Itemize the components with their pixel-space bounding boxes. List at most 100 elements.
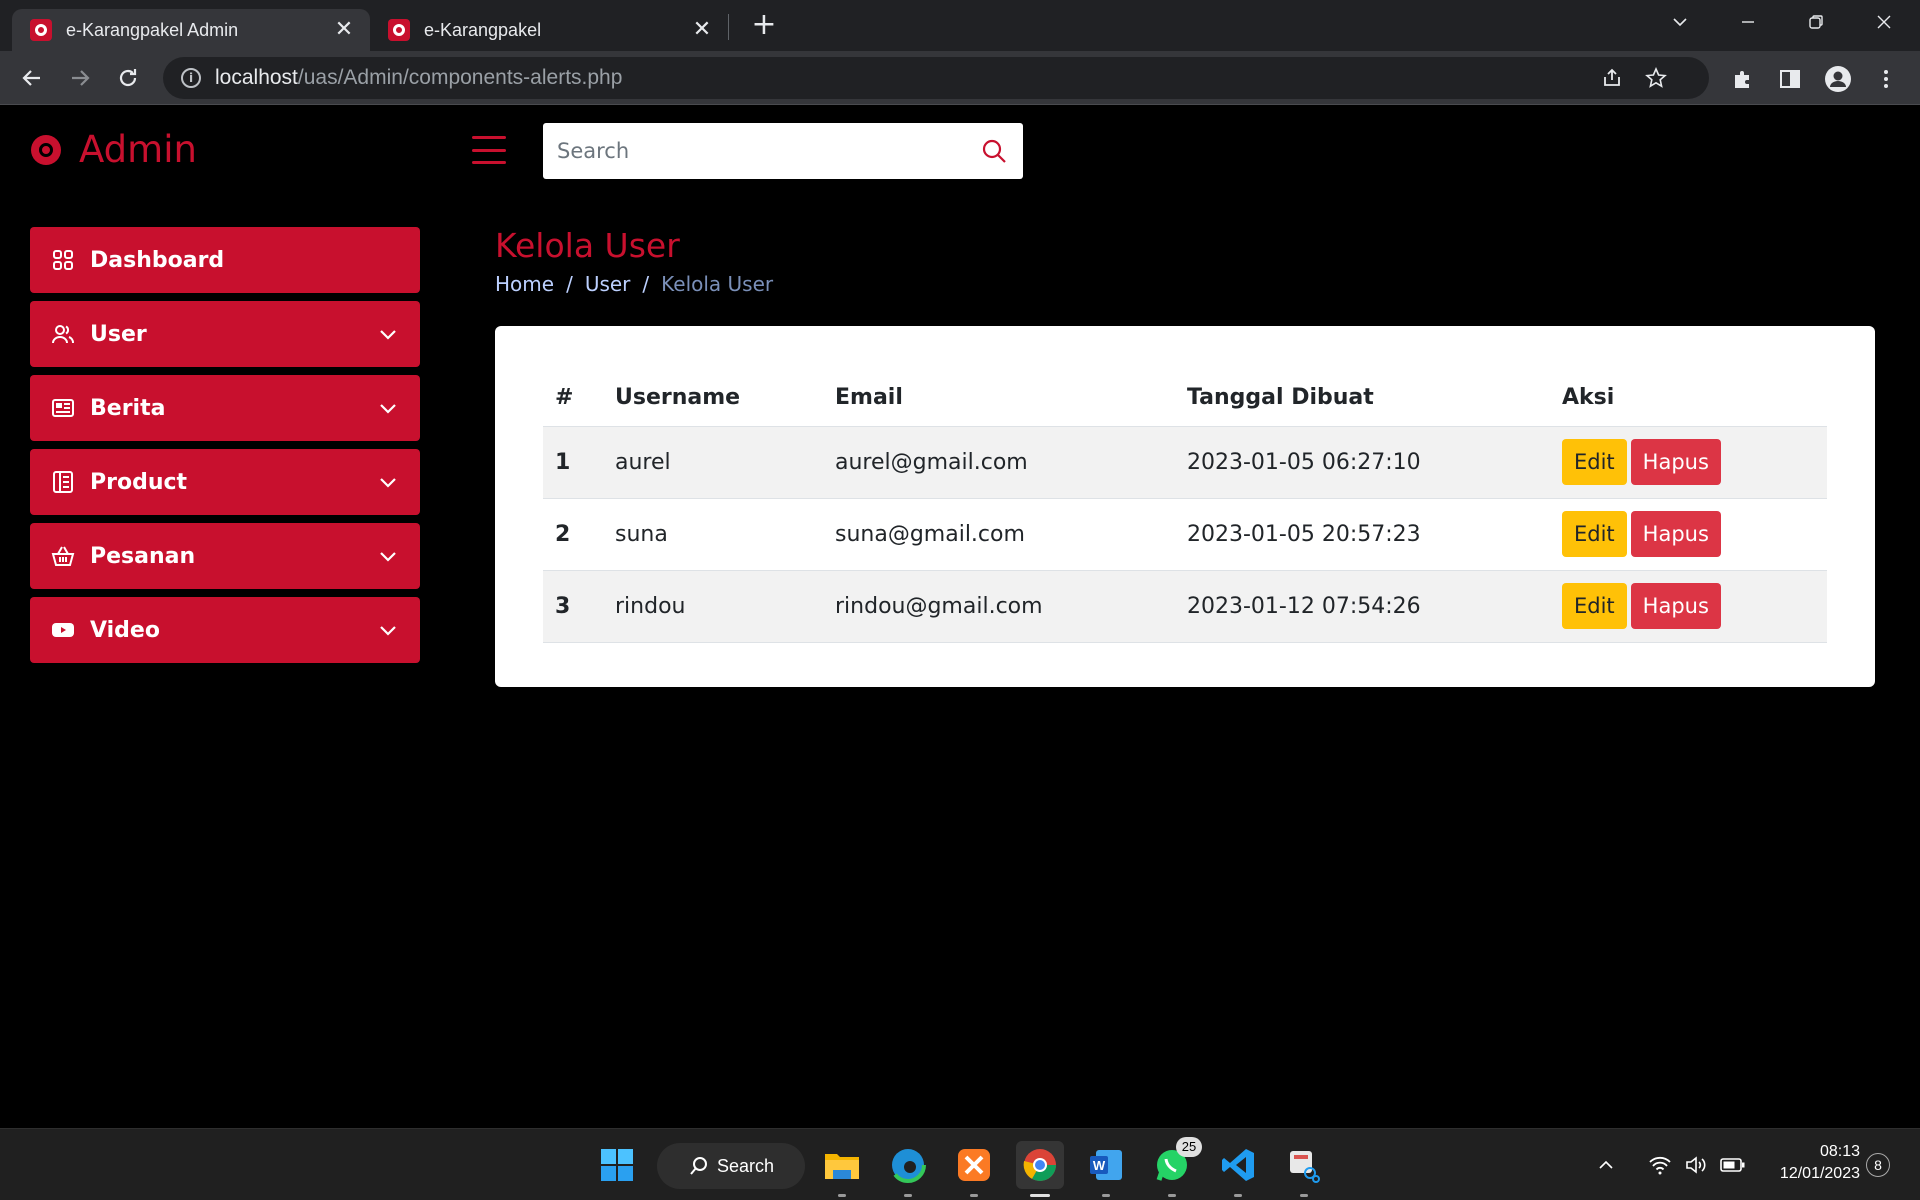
edit-button[interactable]: Edit: [1562, 439, 1627, 485]
breadcrumb-user-link[interactable]: User: [585, 272, 631, 296]
youtube-icon: [50, 617, 76, 643]
whatsapp-icon[interactable]: 25: [1148, 1137, 1202, 1197]
side-panel-icon[interactable]: [1776, 65, 1804, 93]
sidebar-item-video[interactable]: Video: [30, 597, 420, 663]
newspaper-icon: [50, 395, 76, 421]
sidebar-toggle-button[interactable]: [472, 136, 506, 164]
sidebar-item-pesanan[interactable]: Pesanan: [30, 523, 420, 589]
row-username: aurel: [603, 426, 823, 499]
volume-icon[interactable]: [1684, 1129, 1708, 1200]
snipping-tool-icon[interactable]: [1280, 1141, 1328, 1197]
sidebar-item-berita[interactable]: Berita: [30, 375, 420, 441]
system-clock[interactable]: 08:13 12/01/2023: [1760, 1141, 1860, 1185]
row-created: 2023-01-05 20:57:23: [1175, 498, 1550, 571]
sidebar-item-label: User: [90, 321, 147, 347]
table-row: 3 rindou rindou@gmail.com 2023-01-12 07:…: [543, 570, 1827, 643]
browser-tab-site[interactable]: e-Karangpakel ✕: [370, 9, 728, 51]
file-explorer-icon[interactable]: [818, 1141, 866, 1197]
new-tab-icon[interactable]: +: [748, 10, 780, 42]
whatsapp-unread-badge: 25: [1176, 1137, 1202, 1157]
site-favicon-icon: [30, 19, 52, 41]
tab-title: e-Karangpakel: [424, 19, 542, 40]
edit-button[interactable]: Edit: [1562, 583, 1627, 629]
vscode-icon[interactable]: [1214, 1141, 1262, 1197]
browser-tabstrip: e-Karangpakel Admin ✕ e-Karangpakel ✕ +: [0, 0, 1920, 51]
search-icon[interactable]: [979, 136, 1009, 166]
clock-time: 08:13: [1819, 1143, 1860, 1160]
sidebar-item-dashboard[interactable]: Dashboard: [30, 227, 420, 293]
delete-button[interactable]: Hapus: [1630, 439, 1721, 485]
row-email: rindou@gmail.com: [823, 570, 1175, 643]
sidebar-item-product[interactable]: Product: [30, 449, 420, 515]
column-header-number: #: [543, 370, 603, 427]
wifi-icon[interactable]: [1648, 1129, 1672, 1200]
tab-divider: [728, 14, 729, 40]
back-arrow-icon[interactable]: [14, 60, 50, 96]
address-bar[interactable]: i localhost/uas/Admin/components-alerts.…: [163, 57, 1709, 99]
chevron-down-icon: [376, 322, 400, 346]
brand[interactable]: Admin: [31, 128, 197, 171]
svg-text:W: W: [1093, 1158, 1106, 1173]
brand-name: Admin: [79, 128, 197, 171]
close-window-icon[interactable]: [1854, 0, 1914, 44]
row-number: 1: [543, 426, 603, 499]
column-header-actions: Aksi: [1550, 370, 1827, 427]
table-row: 2 suna suna@gmail.com 2023-01-05 20:57:2…: [543, 498, 1827, 571]
minimize-icon[interactable]: [1718, 0, 1778, 44]
site-info-icon[interactable]: i: [181, 68, 201, 88]
xampp-icon[interactable]: [950, 1141, 998, 1197]
user-table: # Username Email Tanggal Dibuat Aksi 1 a…: [543, 370, 1827, 643]
tab-close-icon[interactable]: ✕: [690, 18, 714, 42]
sidebar-item-label: Video: [90, 617, 160, 643]
page-title: Kelola User: [495, 226, 680, 265]
browser-menu-icon[interactable]: [1872, 65, 1900, 93]
taskbar-search-label: Search: [717, 1155, 775, 1176]
extensions-puzzle-icon[interactable]: [1729, 65, 1757, 93]
sidebar-item-user[interactable]: User: [30, 301, 420, 367]
chevron-down-icon: [376, 470, 400, 494]
browser-tab-admin[interactable]: e-Karangpakel Admin ✕: [12, 9, 370, 51]
breadcrumb-home-link[interactable]: Home: [495, 272, 554, 296]
profile-avatar-icon[interactable]: [1824, 65, 1852, 93]
restore-icon[interactable]: [1786, 0, 1846, 44]
reload-icon[interactable]: [110, 60, 146, 96]
forward-arrow-icon[interactable]: [62, 60, 98, 96]
column-header-created: Tanggal Dibuat: [1175, 370, 1550, 427]
row-created: 2023-01-12 07:54:26: [1175, 570, 1550, 643]
bookmark-star-icon[interactable]: [1641, 66, 1671, 97]
row-username: suna: [603, 498, 823, 571]
search-input[interactable]: [557, 139, 979, 163]
row-number: 2: [543, 498, 603, 571]
breadcrumb-separator: /: [566, 272, 573, 296]
tab-close-icon[interactable]: ✕: [332, 18, 356, 42]
clock-date: 12/01/2023: [1779, 1165, 1860, 1182]
delete-button[interactable]: Hapus: [1630, 511, 1721, 557]
grid-icon: [50, 247, 76, 273]
edit-button[interactable]: Edit: [1562, 511, 1627, 557]
battery-icon[interactable]: [1720, 1129, 1746, 1200]
breadcrumb: Home / User / Kelola User: [495, 272, 773, 296]
taskbar-search-icon: [690, 1157, 707, 1175]
url-host: localhost: [215, 66, 298, 89]
list-icon: [50, 469, 76, 495]
chevron-down-icon: [376, 618, 400, 642]
url-path: /uas/Admin/components-alerts.php: [297, 66, 623, 89]
row-number: 3: [543, 570, 603, 643]
sidebar-item-label: Pesanan: [90, 543, 196, 569]
delete-button[interactable]: Hapus: [1630, 583, 1721, 629]
chrome-browser-icon[interactable]: [1016, 1141, 1064, 1197]
word-icon[interactable]: W: [1082, 1141, 1130, 1197]
admin-page: Admin Dashboard User: [0, 106, 1920, 1128]
browser-toolbar: i localhost/uas/Admin/components-alerts.…: [0, 51, 1920, 105]
tab-search-icon[interactable]: [1650, 0, 1710, 44]
basket-icon: [50, 543, 76, 569]
tray-overflow-icon[interactable]: [1596, 1129, 1616, 1200]
sidebar-item-label: Product: [90, 469, 188, 495]
edge-browser-icon[interactable]: [884, 1141, 932, 1197]
windows-start-icon[interactable]: [593, 1141, 641, 1189]
row-actions: Edit Hapus: [1550, 570, 1827, 643]
taskbar-search-button[interactable]: Search: [657, 1143, 805, 1189]
notification-count-badge[interactable]: 8: [1866, 1153, 1890, 1177]
share-icon[interactable]: [1597, 67, 1627, 97]
sidebar-item-label: Berita: [90, 395, 166, 421]
